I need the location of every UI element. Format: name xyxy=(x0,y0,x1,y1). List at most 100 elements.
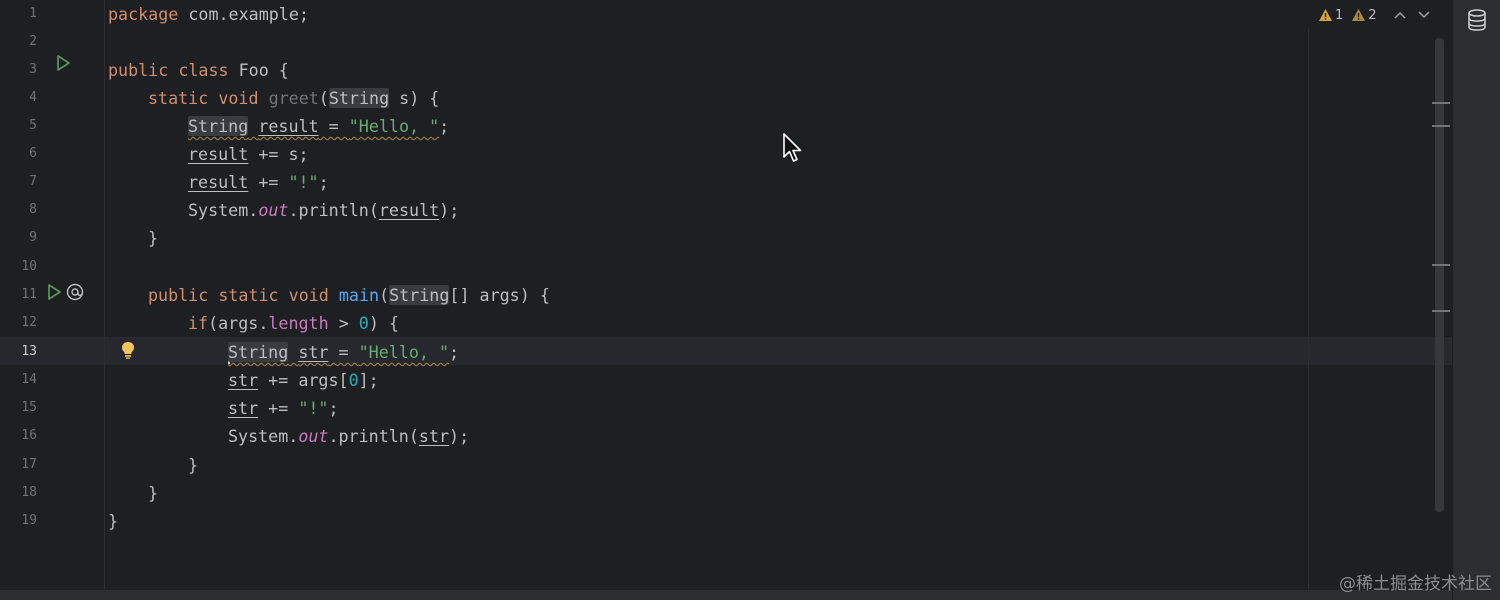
variable: str xyxy=(298,342,329,362)
field-ref: length xyxy=(268,313,329,333)
inspection-widget[interactable]: 1 2 xyxy=(1318,4,1433,26)
warnings-indicator[interactable]: 2 xyxy=(1351,7,1377,23)
keyword: public xyxy=(148,285,209,305)
keyword: static xyxy=(218,285,279,305)
code-line-16: System.out.println(str); xyxy=(108,422,1452,450)
type-name: String xyxy=(328,88,390,108)
line-number: 8 xyxy=(29,202,37,217)
paren: ( xyxy=(318,88,329,108)
keyword: if xyxy=(188,313,209,333)
right-margin-guide xyxy=(1308,28,1309,590)
brace: } xyxy=(148,483,159,503)
line-number: 6 xyxy=(29,146,37,161)
variable: str xyxy=(228,370,259,390)
class-ref: System. xyxy=(188,200,259,220)
code-line-4: static void greet(String s) { xyxy=(108,84,1452,112)
string-literal: "Hello, " xyxy=(358,342,450,362)
variable: str xyxy=(228,398,259,418)
line-number: 11 xyxy=(21,287,37,302)
database-icon[interactable] xyxy=(1466,8,1488,36)
code-line-12: if(args.length > 0) { xyxy=(108,309,1452,337)
run-icon[interactable] xyxy=(45,282,63,310)
code-line-14: str += args[0]; xyxy=(108,366,1452,394)
warning-stripe-marker[interactable] xyxy=(1432,125,1450,127)
warnings-count: 2 xyxy=(1368,7,1377,23)
code-line-17: } xyxy=(108,451,1452,479)
warning-stripe-marker[interactable] xyxy=(1432,310,1450,312)
number-literal: 0 xyxy=(358,313,369,333)
operator: = xyxy=(318,116,349,136)
method-call: .println( xyxy=(288,200,379,220)
static-field: out xyxy=(298,426,329,446)
string-literal: "Hello, " xyxy=(348,116,440,136)
keyword: package xyxy=(108,4,179,24)
semicolon: ; xyxy=(318,172,329,192)
package-name: com.example; xyxy=(178,4,309,24)
code-line-1: package com.example; xyxy=(108,0,1452,28)
method-call: .println( xyxy=(328,426,419,446)
type-name: String xyxy=(389,285,450,305)
class-decl: Foo { xyxy=(228,60,289,80)
at-icon[interactable] xyxy=(66,282,84,310)
line-number: 3 xyxy=(29,62,37,77)
method-name-unused: greet xyxy=(268,88,319,108)
string-literal: "!" xyxy=(288,172,319,192)
line-number: 4 xyxy=(29,90,37,105)
errors-count: 1 xyxy=(1335,7,1344,23)
statement: += s; xyxy=(248,144,309,164)
code-line-15: str += "!"; xyxy=(108,394,1452,422)
semicolon: ; xyxy=(328,398,339,418)
number-literal: 0 xyxy=(348,370,359,390)
chevron-up-icon[interactable] xyxy=(1391,8,1409,22)
type-name: String xyxy=(228,342,289,362)
variable: result xyxy=(258,116,319,136)
operator: = xyxy=(328,342,359,362)
warning-stripe-marker[interactable] xyxy=(1432,102,1450,104)
code-line-18: } xyxy=(108,479,1452,507)
variable: str xyxy=(418,426,450,446)
line-number-active: 13 xyxy=(21,344,37,359)
brace: } xyxy=(188,455,199,475)
warning-stripe-marker[interactable] xyxy=(1432,264,1450,266)
mouse-pointer-icon xyxy=(782,132,806,168)
keyword: void xyxy=(288,285,329,305)
semicolon: ; xyxy=(439,116,450,136)
code-line-19: } xyxy=(108,507,1452,535)
variable: result xyxy=(188,144,249,164)
close-paren: ); xyxy=(449,426,470,446)
expression: += args[ xyxy=(258,370,349,390)
code-line-7: result += "!"; xyxy=(108,168,1452,196)
params: s) { xyxy=(389,88,440,108)
chevron-down-icon[interactable] xyxy=(1415,8,1433,22)
params: [] args) { xyxy=(449,285,550,305)
code-editor[interactable]: 1 2 3 4 5 6 7 8 9 10 11 12 13 14 15 16 1… xyxy=(0,0,1452,590)
code-line-8: System.out.println(result); xyxy=(108,196,1452,224)
method-name: main xyxy=(338,285,380,305)
operator: += xyxy=(248,172,289,192)
run-icon[interactable] xyxy=(54,53,72,81)
line-number: 12 xyxy=(21,315,37,330)
line-number: 9 xyxy=(29,230,37,245)
line-number: 18 xyxy=(21,485,37,500)
line-number: 10 xyxy=(21,259,37,274)
watermark-text: @稀土掘金技术社区 xyxy=(1339,574,1492,594)
code-area[interactable]: package com.example; public class Foo { … xyxy=(108,0,1452,560)
semicolon: ]; xyxy=(358,370,379,390)
errors-indicator[interactable]: 1 xyxy=(1318,8,1343,23)
line-number: 7 xyxy=(29,174,37,189)
editor-gutter[interactable]: 1 2 3 4 5 6 7 8 9 10 11 12 13 14 15 16 1… xyxy=(0,0,134,590)
brace: } xyxy=(148,228,159,248)
line-number: 19 xyxy=(21,513,37,528)
code-line-5: String result = "Hello, "; xyxy=(108,112,1452,140)
line-number: 5 xyxy=(29,118,37,133)
close-paren: ); xyxy=(439,200,460,220)
code-line-13: String str = "Hello, "; xyxy=(108,338,1452,366)
keyword: static xyxy=(148,88,209,108)
variable: result xyxy=(188,172,249,192)
vertical-scrollbar[interactable] xyxy=(1435,38,1444,512)
